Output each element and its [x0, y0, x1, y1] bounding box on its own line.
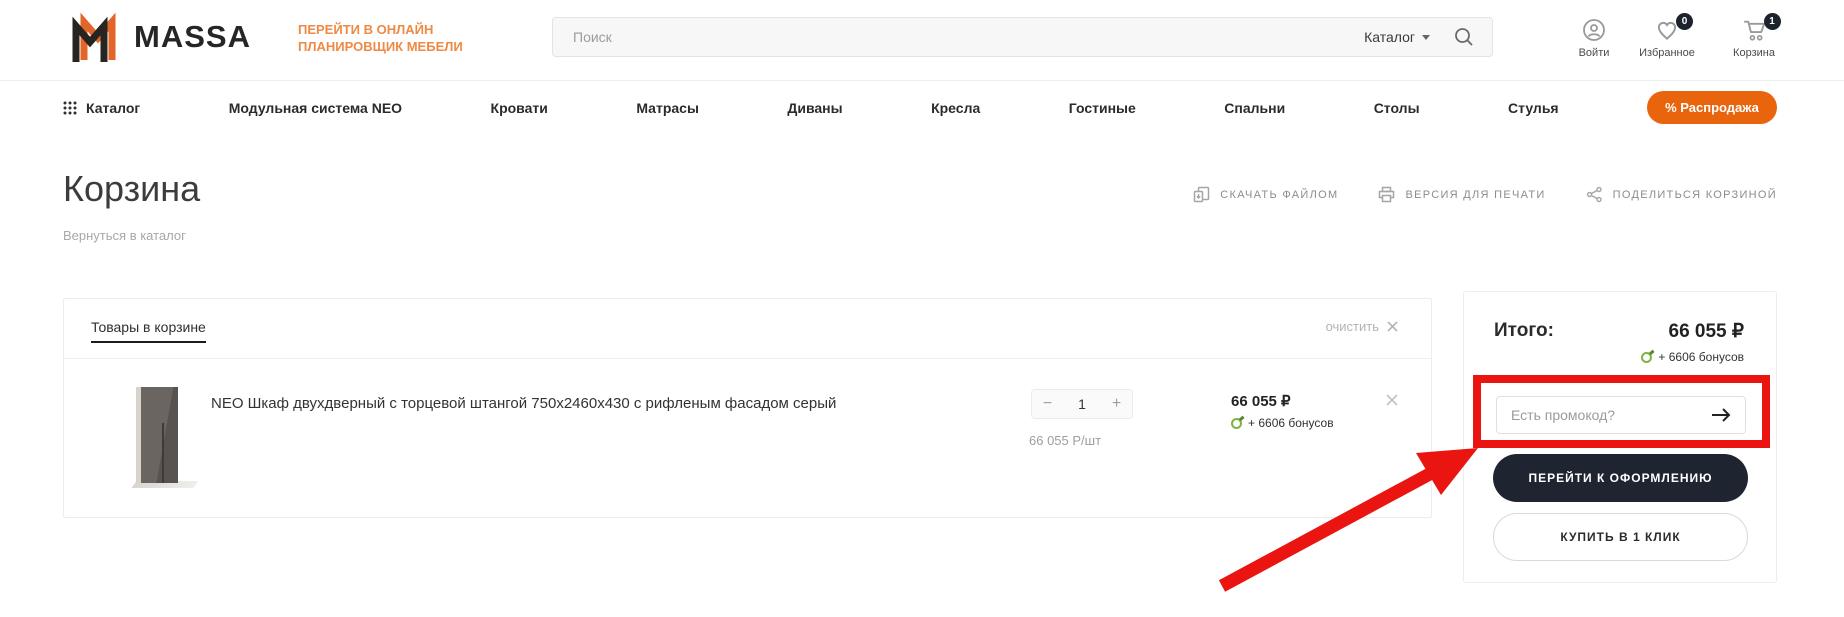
divider [64, 358, 1431, 359]
cart-count-badge: 1 [1763, 13, 1781, 30]
buy-one-click-button[interactable]: Купить в 1 клик [1493, 513, 1748, 561]
total-label: Итого: [1494, 320, 1554, 341]
qty-decrease-button[interactable]: − [1032, 395, 1063, 413]
massa-m-icon [70, 12, 126, 62]
search-catalog-label: Каталог [1364, 29, 1415, 45]
promo-code-input[interactable] [1497, 407, 1709, 423]
total-bonus: + 6606 бонусов [1641, 350, 1744, 364]
download-file-link[interactable]: Скачать файлом [1193, 186, 1338, 203]
close-icon [1387, 321, 1398, 332]
unit-price: 66 055 Р/шт [1029, 433, 1102, 448]
nav-item-chairs[interactable]: Стулья [1508, 100, 1559, 116]
share-cart-link[interactable]: Поделиться корзиной [1586, 186, 1777, 203]
clear-cart-label: очистить [1325, 319, 1379, 334]
checkout-button[interactable]: Перейти к оформлению [1493, 454, 1748, 502]
nav-item-label: Столы [1373, 99, 1420, 116]
clear-cart-link[interactable]: очистить [1326, 319, 1398, 334]
nav-item-label: Каталог [86, 99, 141, 116]
remove-item-button[interactable] [1386, 394, 1398, 406]
back-to-catalog-link[interactable]: Вернуться в каталог [63, 228, 186, 243]
page-title: Корзина [63, 168, 201, 209]
nav-item-label: Диваны [787, 99, 843, 116]
search-bar: Каталог [552, 17, 1493, 57]
search-catalog-dropdown[interactable]: Каталог [1364, 29, 1430, 45]
cart-label: Корзина [1733, 47, 1775, 59]
favorites-count-badge: 0 [1676, 13, 1693, 30]
nav-item-label: Гостиные [1068, 99, 1136, 116]
nav-item-label: Кресла [931, 99, 981, 116]
cart-items-panel: Товары в корзине очистить NEO Шкаф двухд… [63, 298, 1432, 518]
site-header: MASSA Перейти в онлайн планировщик мебел… [0, 0, 1844, 81]
nav-item-label: Модульная система NEO [228, 99, 403, 116]
download-file-label: Скачать файлом [1220, 188, 1339, 201]
tab-cart-items[interactable]: Товары в корзине [91, 319, 206, 343]
total-bonus-label: + 6606 бонусов [1658, 350, 1744, 364]
item-bonus: + 6606 бонусов [1231, 416, 1334, 430]
chevron-down-icon [1422, 34, 1430, 40]
brand-logo[interactable]: MASSA [70, 12, 251, 62]
nav-item-armchairs[interactable]: Кресла [931, 100, 980, 116]
bonus-icon [1231, 417, 1242, 429]
cart-actions-row: Скачать файлом Версия для печати Поделит… [1193, 186, 1777, 203]
nav-item-sofas[interactable]: Диваны [787, 100, 842, 116]
product-name-link[interactable]: NEO Шкаф двухдверный с торцевой штангой … [211, 395, 836, 412]
quantity-stepper: − + [1031, 389, 1133, 419]
nav-item-mattresses[interactable]: Матрасы [636, 100, 699, 116]
account-button[interactable]: Войти [1554, 17, 1634, 59]
nav-item-tables[interactable]: Столы [1374, 100, 1420, 116]
nav-item-bedrooms[interactable]: Спальни [1224, 100, 1285, 116]
promo-code-field [1496, 396, 1746, 434]
main-nav: Каталог Модульная система NEO Кровати Ма… [0, 82, 1844, 133]
grid-icon [63, 101, 77, 114]
close-icon [1386, 394, 1398, 406]
nav-item-label: Кровати [490, 99, 548, 116]
nav-item-label: Стулья [1508, 99, 1559, 116]
search-input[interactable] [553, 18, 1365, 56]
sale-button[interactable]: % Распродажа [1647, 91, 1777, 124]
promo-submit-arrow-icon[interactable] [1709, 405, 1733, 425]
item-bonus-label: + 6606 бонусов [1248, 416, 1334, 430]
brand-name: MASSA [134, 19, 251, 54]
nav-item-beds[interactable]: Кровати [491, 100, 548, 116]
bonus-icon [1641, 351, 1653, 363]
favorites-button[interactable]: 0 Избранное [1627, 13, 1707, 59]
cart-button[interactable]: 1 Корзина [1714, 13, 1794, 59]
share-icon [1586, 186, 1602, 203]
print-version-link[interactable]: Версия для печати [1378, 186, 1545, 203]
favorites-label: Избранное [1639, 47, 1695, 59]
printer-icon [1379, 186, 1395, 203]
qty-input[interactable] [1063, 396, 1101, 412]
qty-increase-button[interactable]: + [1101, 395, 1132, 413]
nav-item-label: Матрасы [636, 99, 699, 116]
account-label: Войти [1578, 47, 1610, 59]
nav-item-livingrooms[interactable]: Гостиные [1069, 100, 1136, 116]
nav-item-catalog[interactable]: Каталог [63, 100, 140, 116]
account-icon [1583, 19, 1605, 41]
nav-item-neo[interactable]: Модульная система NEO [229, 100, 402, 116]
product-image[interactable] [126, 385, 216, 490]
online-planner-link[interactable]: Перейти в онлайн планировщик мебели [298, 21, 488, 55]
nav-item-label: Спальни [1224, 99, 1286, 116]
total-value: 66 055 ₽ [1668, 321, 1744, 342]
order-summary-panel: Итого: 66 055 ₽ + 6606 бонусов Перейти к… [1463, 291, 1777, 583]
share-cart-label: Поделиться корзиной [1612, 188, 1777, 201]
item-total-price: 66 055 ₽ [1231, 393, 1291, 410]
download-file-icon [1194, 186, 1210, 203]
print-version-label: Версия для печати [1405, 188, 1546, 201]
search-icon[interactable] [1452, 25, 1476, 49]
